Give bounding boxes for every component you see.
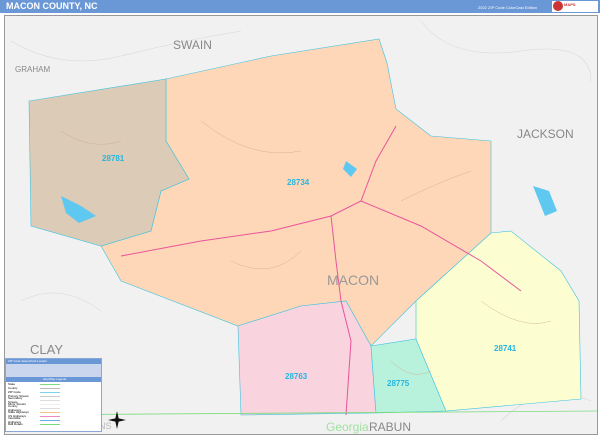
legend-swatch <box>40 387 60 389</box>
legend-item: Rail Roads <box>6 422 101 426</box>
legend-swatch <box>40 407 60 409</box>
edition-label: 2022 ZIP Code ColorCast Edition <box>478 5 538 10</box>
legend-swatch <box>40 415 60 417</box>
neighbor-label-jackson: JACKSON <box>517 127 574 141</box>
zip-label-28775[interactable]: 28775 <box>387 379 409 388</box>
title-bar: MACON COUNTY, NC 2022 ZIP Code ColorCast… <box>0 0 600 13</box>
map-legend: ZIP Code Select/Grid Locator Hwy/Map Leg… <box>5 358 102 432</box>
county-label-macon: MACON <box>327 272 380 288</box>
compass-rose-icon <box>108 411 126 429</box>
legend-swatch <box>40 399 60 401</box>
neighbor-label-clay: CLAY <box>30 342 63 357</box>
neighbor-label-swain: SWAIN <box>173 38 212 52</box>
legend-swatch <box>40 395 60 397</box>
zip-label-28763[interactable]: 28763 <box>285 372 307 381</box>
legend-item-label: Rail Roads <box>8 422 23 426</box>
zip-locator-table <box>6 364 101 377</box>
legend-swatch <box>40 391 60 393</box>
legend-swatch <box>40 403 60 405</box>
legend-swatch <box>40 411 60 413</box>
zip-label-28781[interactable]: 28781 <box>102 154 124 163</box>
map-title: MACON COUNTY, NC <box>6 1 98 11</box>
neighbor-label-graham: GRAHAM <box>15 65 51 74</box>
legend-swatch <box>40 419 60 421</box>
legend-swatch <box>40 423 60 425</box>
legend-swatch <box>40 383 60 385</box>
state-label-georgia: Georgia <box>326 420 369 434</box>
neighbor-label-rabun: RABUN <box>369 420 412 434</box>
zip-label-28734[interactable]: 28734 <box>287 178 309 187</box>
zip-label-28741[interactable]: 28741 <box>494 344 516 353</box>
market-maps-logo: MAPS <box>552 1 598 12</box>
